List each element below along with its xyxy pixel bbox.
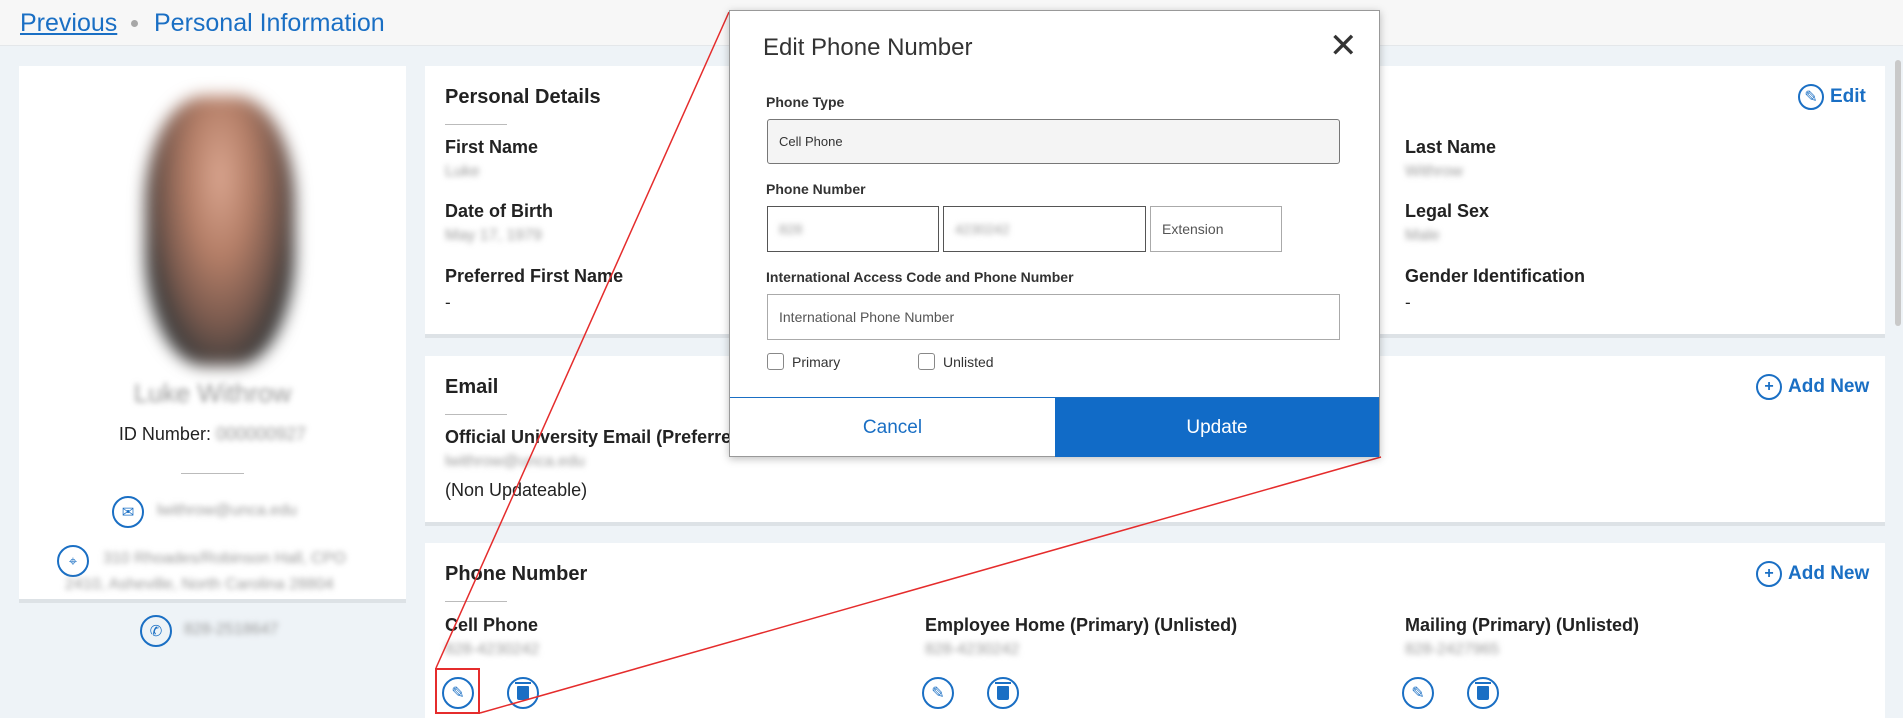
profile-address-line1: 310 Rhoades/Robinson Hall, CPO [103, 550, 346, 567]
plus-icon: + [1756, 561, 1782, 587]
dob-value: May 17, 1979 [445, 227, 542, 244]
profile-name: Luke Withrow [133, 378, 292, 408]
pencil-icon: ✎ [1411, 685, 1425, 702]
section-underline [445, 124, 507, 125]
gender-label: Gender Identification [1405, 266, 1586, 286]
add-label: Add New [1788, 563, 1870, 584]
edit-phone-button[interactable]: ✎ [1402, 677, 1434, 709]
pencil-icon: ✎ [931, 685, 945, 702]
section-title: Phone Number [445, 563, 588, 585]
edit-button[interactable]: ✎ Edit [1798, 84, 1866, 110]
trash-icon [995, 682, 1011, 700]
area-code-input[interactable]: 828 [767, 206, 939, 252]
breadcrumb-current[interactable]: Personal Information [154, 9, 385, 38]
delete-phone-button[interactable] [1467, 677, 1499, 709]
breadcrumb-separator [131, 20, 138, 27]
phone-item-value: 828-4230242 [445, 641, 540, 658]
section-title: Email [445, 376, 499, 398]
phone-item-value: 828-2427965 [1405, 641, 1500, 658]
official-email-label: Official University Email (Preferred) [445, 427, 749, 447]
preferred-name-label: Preferred First Name [445, 266, 624, 286]
phone-number-value: 4230242 [955, 221, 1010, 237]
previous-link[interactable]: Previous [20, 9, 117, 38]
close-icon[interactable]: ✕ [1329, 29, 1358, 63]
intl-placeholder: International Phone Number [779, 309, 955, 325]
cancel-button[interactable]: Cancel [730, 398, 1055, 457]
section-underline [445, 414, 507, 415]
profile-card: Luke Withrow ID Number: 000000927 ✉ lwit… [19, 66, 406, 647]
modal-footer: Cancel Update [730, 397, 1379, 457]
profile-phone: 828-2518647 [184, 621, 279, 638]
divider [181, 473, 244, 474]
id-number: ID Number: 000000927 [19, 424, 406, 445]
section-title: Personal Details [445, 86, 601, 108]
mail-icon: ✉ [112, 496, 144, 528]
primary-checkbox[interactable]: Primary [767, 353, 840, 370]
update-button[interactable]: Update [1055, 398, 1379, 457]
intl-phone-input[interactable]: International Phone Number [767, 294, 1340, 340]
checkbox-box[interactable] [767, 353, 784, 370]
preferred-name-value: - [445, 293, 451, 312]
phone-number-input[interactable]: 4230242 [943, 206, 1146, 252]
legal-sex-value: Male [1405, 227, 1440, 244]
avatar [145, 96, 295, 366]
unlisted-checkbox[interactable]: Unlisted [918, 353, 994, 370]
phone-type-value: Cell Phone [779, 134, 843, 149]
trash-icon [1475, 682, 1491, 700]
phone-number-card: Phone Number + Add New Cell Phone 828-42… [425, 543, 1885, 718]
gender-value: - [1405, 293, 1411, 312]
phone-icon: ✆ [140, 615, 172, 647]
location-icon: ⌖ [57, 545, 89, 577]
edit-phone-button[interactable]: ✎ [922, 677, 954, 709]
id-label: ID Number: [118, 424, 211, 444]
first-name-label: First Name [445, 137, 539, 157]
edit-label: Edit [1830, 86, 1866, 107]
add-email-button[interactable]: + Add New [1756, 374, 1869, 400]
non-updateable-note: (Non Updateable) [445, 480, 588, 500]
highlight-box [435, 668, 480, 714]
id-value: 000000927 [215, 424, 307, 444]
phone-type-label: Phone Type [766, 94, 845, 110]
pencil-icon: ✎ [1798, 84, 1824, 110]
extension-input[interactable]: Extension [1150, 206, 1282, 252]
official-email-value: lwithrow@unca.edu [445, 453, 585, 470]
scrollbar[interactable] [1895, 60, 1901, 326]
delete-phone-button[interactable] [507, 677, 539, 709]
legal-sex-label: Legal Sex [1405, 201, 1490, 221]
intl-label: International Access Code and Phone Numb… [766, 269, 1074, 285]
primary-label: Primary [792, 353, 841, 370]
phone-item-label: Mailing (Primary) (Unlisted) [1405, 615, 1640, 635]
section-underline [445, 601, 507, 602]
delete-phone-button[interactable] [987, 677, 1019, 709]
phone-type-field: Cell Phone [767, 119, 1340, 164]
area-code-value: 828 [779, 221, 803, 237]
profile-email[interactable]: lwithrow@unca.edu [157, 502, 297, 520]
profile-address-line2: 2410, Asheville, North Carolina 28804 [65, 576, 334, 593]
modal-title: Edit Phone Number [763, 34, 973, 61]
last-name-label: Last Name [1405, 137, 1497, 157]
phone-number-label: Phone Number [766, 181, 866, 197]
phone-item-label: Employee Home (Primary) (Unlisted) [925, 615, 1238, 635]
edit-phone-modal: Edit Phone Number ✕ Phone Type Cell Phon… [729, 10, 1380, 457]
unlisted-label: Unlisted [943, 353, 994, 370]
add-phone-button[interactable]: + Add New [1756, 561, 1869, 587]
trash-icon [515, 682, 531, 700]
add-label: Add New [1788, 376, 1870, 397]
phone-item-value: 828-4230242 [925, 641, 1020, 658]
phone-item-label: Cell Phone [445, 615, 539, 635]
dob-label: Date of Birth [445, 201, 553, 221]
checkbox-box[interactable] [918, 353, 935, 370]
plus-icon: + [1756, 374, 1782, 400]
last-name-value: Withrow [1405, 163, 1463, 180]
first-name-value: Luke [445, 163, 480, 180]
extension-placeholder: Extension [1162, 221, 1224, 237]
